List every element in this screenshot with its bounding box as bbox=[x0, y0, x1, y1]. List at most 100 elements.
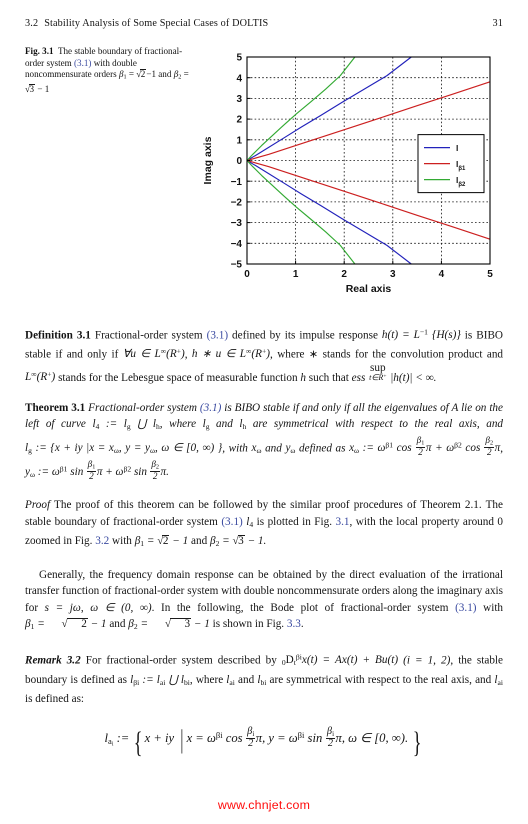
definition-t1: Fractional-order system bbox=[90, 329, 207, 342]
definition-t6: such that bbox=[305, 371, 352, 384]
figure-caption: Fig. 3.1 The stable boundary of fraction… bbox=[25, 46, 193, 95]
remark-t1: For fractional-order system described by bbox=[80, 653, 282, 666]
remark-paragraph: Remark 3.2 For fractional-order system d… bbox=[25, 652, 503, 706]
y-tick-label: 4 bbox=[236, 73, 242, 84]
math-lg-set: lg := {x + iy |x = xω, y = yω, ω ∈ [0, ∞… bbox=[25, 442, 223, 456]
math-lai: lai bbox=[226, 673, 235, 687]
x-tick-label: 3 bbox=[390, 269, 396, 280]
figure-caption-ref: (3.1) bbox=[74, 57, 92, 68]
math-abs-h-lt-inf: |h(t)| < ∞. bbox=[390, 371, 437, 384]
general-paragraph: Generally, the frequency domain response… bbox=[25, 568, 504, 632]
math-omega-range: ω ∈ (0, ∞) bbox=[90, 601, 152, 614]
math-i-range: (i = 1, 2) bbox=[403, 653, 451, 666]
definition-t4: , where ∗ stands for the convolution pro… bbox=[270, 348, 504, 361]
y-tick-label: −5 bbox=[231, 260, 243, 271]
running-head-left: 3.2 Stability Analysis of Some Special C… bbox=[25, 18, 268, 29]
math-beta2-val: β2 = √3 − 1. bbox=[209, 535, 267, 549]
x-tick-label: 0 bbox=[244, 269, 250, 280]
y-tick-label: −4 bbox=[231, 239, 243, 250]
remark-t5: is defined as: bbox=[25, 693, 85, 706]
x-tick-label: 5 bbox=[487, 269, 493, 280]
figure-and: and bbox=[156, 69, 174, 80]
mask-right bbox=[490, 46, 503, 294]
stability-boundary-plot: 0 1 2 3 4 5 −5 −4 −3 −2 −1 0 1 2 3 4 5 Real axis Imag axis… bbox=[197, 46, 503, 294]
x-axis-label: Real axis bbox=[346, 283, 392, 294]
general-ref1: (3.1) bbox=[455, 601, 477, 614]
general-t5: . bbox=[300, 618, 304, 631]
math-h-of-t: h(t) = L−1 {H(s)} bbox=[381, 328, 461, 342]
proof-t2: is plotted in Fig. bbox=[253, 515, 333, 528]
math-yomega-formula: yω := ωβ1 sin β1 2 π + ωβ2 sin β2 2 π. bbox=[25, 458, 169, 481]
remark-label: Remark 3.2 bbox=[25, 653, 81, 666]
y-tick-label: 0 bbox=[236, 156, 242, 167]
definition-paragraph: Definition 3.1 Fractional-order system (… bbox=[25, 328, 504, 384]
sqrt2-radical: √2 bbox=[136, 69, 147, 80]
math-beta1-val2: β1 = √ 2 − 1 bbox=[25, 618, 107, 632]
theorem-label: Theorem 3.1 bbox=[25, 401, 86, 414]
math-xomega-yomega: xω bbox=[251, 442, 262, 456]
ess-word: ess bbox=[351, 371, 366, 384]
math-caputo-derivative: 0Dtβix(t) = Ax(t) + Bu(t) bbox=[281, 652, 399, 668]
math-xomega-formula: xω := ωβ1 cos β1 2 π + ωβ2 cos β2 2 π bbox=[349, 434, 501, 457]
ess-sup-bottom: t∈R+ bbox=[369, 373, 387, 383]
math-lbeta-i-def: lβi := lai ⋃ lbi bbox=[130, 673, 190, 687]
proof-t4: with bbox=[109, 535, 135, 548]
proof-ref1: (3.1) bbox=[221, 515, 243, 528]
proof-ref2: 3.1 bbox=[335, 515, 350, 528]
math-l4-def: l4 := lg ⋃ lh bbox=[92, 418, 160, 432]
document-page: 3. 2 Stability Analysis of Some Special C… bbox=[0, 0, 528, 824]
math-h-conv-u: h ∗ u ∈ L∞(R+) bbox=[191, 346, 271, 361]
figure-eq1: = bbox=[126, 69, 137, 80]
theorem-t4: are symmetrical with respect to the real… bbox=[246, 418, 504, 431]
x-tick-label: 2 bbox=[341, 269, 347, 280]
math-beta2-val2: β2 = √ 3 − 1 bbox=[128, 618, 210, 632]
general-t3: with bbox=[476, 601, 504, 614]
theorem-t6: defined as bbox=[295, 442, 350, 455]
ess-sup-operator: sup t∈R+ bbox=[369, 362, 387, 383]
y-tick-label: 2 bbox=[236, 115, 242, 126]
y-tick-label: 1 bbox=[236, 135, 242, 146]
math-lai-2: lai bbox=[494, 673, 503, 687]
section-title: Stability Analysis of Some Special Cases… bbox=[44, 18, 269, 29]
figure-minus1b: − 1 bbox=[35, 83, 50, 94]
figure-3-1: Fig. 3.1 The stable boundary of fraction… bbox=[25, 46, 503, 296]
y-tick-label: −2 bbox=[231, 198, 243, 209]
proof-label: Proof bbox=[25, 499, 51, 512]
y-axis-label: Imag axis bbox=[202, 136, 214, 184]
sqrt3-radical: √3 bbox=[25, 83, 36, 94]
theorem-t3: , where bbox=[159, 418, 203, 431]
ess-sup-bottom-text: t∈R bbox=[369, 373, 384, 383]
theorem-ref: (3.1) bbox=[199, 401, 222, 414]
y-tick-label: −3 bbox=[231, 218, 243, 229]
display-equation: lai := {x + iy | x = ωβi cos βi 2 π, y = ωβ… bbox=[25, 723, 503, 761]
general-t4: is shown in Fig. bbox=[209, 618, 285, 631]
legend-label-0: l bbox=[456, 143, 458, 153]
math-forall-u: ∀u ∈ L∞(R+) bbox=[122, 346, 185, 361]
running-head: 3.2 Stability Analysis of Some Special C… bbox=[25, 18, 503, 29]
definition-label: Definition 3.1 bbox=[25, 329, 91, 342]
x-tick-label: 1 bbox=[293, 269, 299, 280]
definition-t5: stands for the Lebesgue space of measura… bbox=[55, 371, 301, 384]
math-lg-lh: lg bbox=[202, 418, 210, 432]
theorem-t1: Fractional-order system bbox=[85, 401, 200, 414]
page-number: 31 bbox=[492, 18, 503, 29]
general-ref2: 3.3 bbox=[286, 618, 301, 631]
x-tick-label: 4 bbox=[439, 269, 445, 280]
remark-t4: are symmetrical with respect to the real… bbox=[266, 673, 495, 686]
chart-canvas: 0 1 2 3 4 5 −5 −4 −3 −2 −1 0 1 2 3 4 5 Real axis Imag axis… bbox=[197, 46, 503, 294]
proof-paragraph: Proof The proof of this theorem can be f… bbox=[25, 499, 504, 549]
general-t2: . In the following, the Bode plot of fra… bbox=[151, 601, 456, 614]
equation-content: lai := {x + iy | x = ωβi cos βi 2 π, y = ωβ… bbox=[104, 724, 422, 759]
definition-ref: (3.1) bbox=[206, 329, 229, 342]
theorem-paragraph: Theorem 3.1 Fractional-order system (3.1… bbox=[25, 401, 504, 481]
math-yomega: yω bbox=[285, 442, 296, 456]
y-tick-label: −1 bbox=[231, 177, 243, 188]
y-tick-label: 5 bbox=[236, 53, 242, 64]
figure-eq2: = bbox=[181, 69, 189, 80]
y-tick-label: 3 bbox=[236, 94, 242, 105]
figure-minus1: −1 bbox=[146, 69, 156, 80]
watermark: www.chnjet.com bbox=[217, 798, 311, 812]
remark-t3: , where bbox=[189, 673, 227, 686]
math-linf-rplus: L∞(R+) bbox=[25, 369, 56, 384]
body-text: Definition 3.1 Fractional-order system (… bbox=[25, 325, 503, 762]
